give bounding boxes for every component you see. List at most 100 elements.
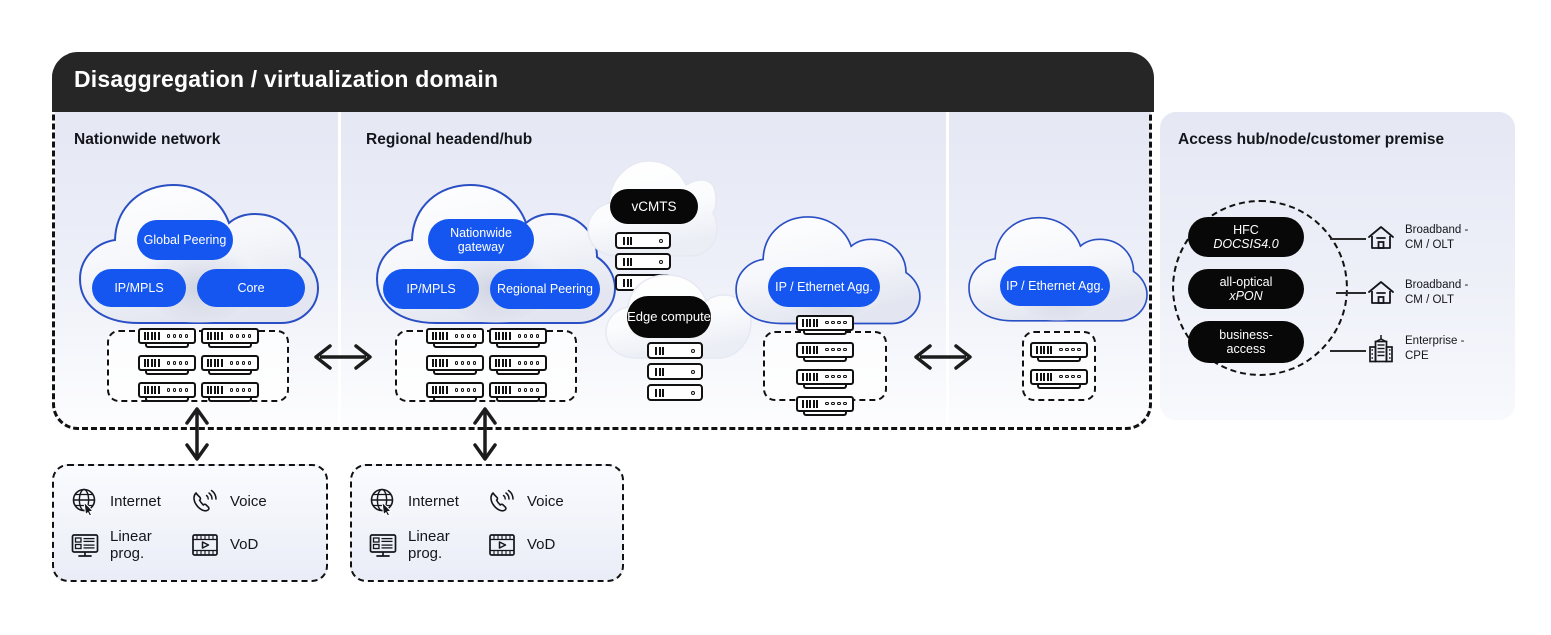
server-icon	[488, 382, 547, 404]
house-icon	[1366, 223, 1396, 253]
server-icon	[647, 384, 703, 401]
server-icon	[1030, 341, 1088, 364]
server-icon	[1030, 368, 1088, 391]
server-icon	[137, 328, 196, 350]
connector-regional-to-services	[470, 404, 500, 469]
regional-headend-cloud: Nationwide gateway IP/MPLS Regional Peer…	[372, 181, 620, 329]
server-icon	[615, 253, 671, 270]
service-item-label: Internet	[110, 493, 161, 510]
pill-label: IP/MPLS	[114, 281, 164, 295]
customer-endpoint-broadband-1: Broadband - CM / OLT	[1366, 223, 1468, 253]
leader-line-3	[1330, 350, 1366, 352]
pill-label: IP / Ethernet Agg.	[1006, 279, 1104, 293]
monitor-list-icon	[368, 530, 398, 560]
server-icon	[425, 382, 484, 404]
regional-ip-ethernet-agg-cloud: IP / Ethernet Agg.	[733, 211, 923, 331]
pill-label-line1: HFC	[1233, 223, 1259, 237]
service-item-linear-prog[interactable]: Linear prog.	[70, 523, 190, 566]
pill-business-access[interactable]: business- access	[1188, 321, 1304, 363]
service-item-label: VoD	[230, 536, 259, 553]
server-icon	[488, 328, 547, 350]
leader-line-2	[1336, 292, 1366, 294]
pill-label: IP/MPLS	[406, 282, 456, 296]
service-item-voice[interactable]: Voice	[487, 480, 606, 523]
connector-regional-to-access-agg	[908, 340, 978, 379]
access-panel-title: Access hub/node/customer premise	[1178, 131, 1445, 148]
domain-header-bar: Disaggregation / virtualization domain	[52, 52, 1154, 112]
server-icon	[796, 314, 854, 337]
pill-label: Nationwide gateway	[450, 226, 512, 254]
server-icon	[137, 382, 196, 404]
server-icon	[137, 355, 196, 377]
phone-ring-icon	[190, 487, 220, 517]
server-icon	[796, 368, 854, 391]
pill-label-line2: xPON	[1229, 289, 1263, 303]
leader-line-1	[1330, 238, 1366, 240]
film-play-icon	[190, 530, 220, 560]
server-icon	[200, 382, 259, 404]
diagram-canvas: Disaggregation / virtualization domain N…	[0, 0, 1551, 635]
service-item-vod[interactable]: VoD	[487, 523, 606, 566]
globe-cursor-icon	[70, 487, 100, 517]
globe-cursor-icon	[368, 487, 398, 517]
access-agg-server-rack-group	[1022, 331, 1096, 401]
nationwide-network-cloud: Global Peering IP/MPLS Core	[76, 181, 322, 329]
pill-label: IP / Ethernet Agg.	[775, 280, 873, 294]
service-item-label: Linear prog.	[408, 527, 450, 562]
pill-label: Regional Peering	[497, 282, 593, 296]
regional-server-rack-group	[395, 328, 577, 404]
server-icon	[615, 232, 671, 249]
nationwide-server-rack-group	[107, 328, 289, 404]
service-item-internet[interactable]: Internet	[368, 480, 487, 523]
server-icon	[796, 395, 854, 418]
monitor-list-icon	[70, 530, 100, 560]
pill-core[interactable]: Core	[197, 269, 305, 307]
pill-all-optical-xpon[interactable]: all-optical xPON	[1188, 269, 1304, 309]
page-title: Disaggregation / virtualization domain	[74, 66, 499, 92]
server-icon	[647, 363, 703, 380]
pill-label-line2: DOCSIS4.0	[1213, 237, 1279, 251]
server-icon	[425, 355, 484, 377]
nationwide-services-box: Internet Voice Linear prog. VoD	[52, 464, 328, 582]
pill-global-peering[interactable]: Global Peering	[137, 220, 233, 260]
service-item-voice[interactable]: Voice	[190, 480, 310, 523]
server-icon	[488, 355, 547, 377]
phone-ring-icon	[487, 487, 517, 517]
pill-ip-mpls-nationwide[interactable]: IP/MPLS	[92, 269, 186, 307]
service-item-label: Internet	[408, 493, 459, 510]
service-item-label: Linear prog.	[110, 527, 152, 562]
pill-vcmts[interactable]: vCMTS	[610, 189, 698, 224]
pill-nationwide-gateway[interactable]: Nationwide gateway	[428, 219, 534, 261]
service-item-label: Voice	[527, 493, 564, 510]
zone-title-nationwide: Nationwide network	[74, 131, 221, 148]
access-ip-ethernet-agg-cloud: IP / Ethernet Agg.	[966, 211, 1150, 329]
regional-services-box: Internet Voice Linear prog. VoD	[350, 464, 624, 582]
service-item-internet[interactable]: Internet	[70, 480, 190, 523]
connector-nationwide-to-regional	[308, 340, 378, 379]
server-icon	[796, 341, 854, 364]
customer-endpoint-label: Enterprise - CPE	[1405, 335, 1465, 362]
pill-label: vCMTS	[631, 198, 677, 214]
pill-regional-peering[interactable]: Regional Peering	[490, 269, 600, 309]
server-icon	[200, 328, 259, 350]
pill-ip-mpls-regional[interactable]: IP/MPLS	[383, 269, 479, 309]
pill-hfc-docsis[interactable]: HFC DOCSIS4.0	[1188, 217, 1304, 257]
pill-label-line1: all-optical	[1219, 275, 1273, 289]
server-icon	[425, 328, 484, 350]
edge-compute-server-stack	[647, 342, 703, 405]
pill-ip-ethernet-agg-regional[interactable]: IP / Ethernet Agg.	[768, 267, 880, 307]
connector-nationwide-to-services	[182, 404, 212, 469]
service-item-linear-prog[interactable]: Linear prog.	[368, 523, 487, 566]
zone-title-regional: Regional headend/hub	[366, 131, 533, 148]
pill-label: Global Peering	[143, 233, 227, 247]
service-item-vod[interactable]: VoD	[190, 523, 310, 566]
regional-agg-server-rack-group	[763, 314, 887, 416]
pill-ip-ethernet-agg-access[interactable]: IP / Ethernet Agg.	[1000, 266, 1110, 306]
pill-label-line2: access	[1226, 342, 1266, 356]
pill-edge-compute[interactable]: Edge compute	[627, 296, 711, 338]
server-icon	[647, 342, 703, 359]
customer-endpoint-label: Broadband - CM / OLT	[1405, 224, 1469, 251]
pill-label: Edge compute	[627, 308, 711, 324]
service-item-label: VoD	[527, 536, 556, 553]
server-icon	[200, 355, 259, 377]
